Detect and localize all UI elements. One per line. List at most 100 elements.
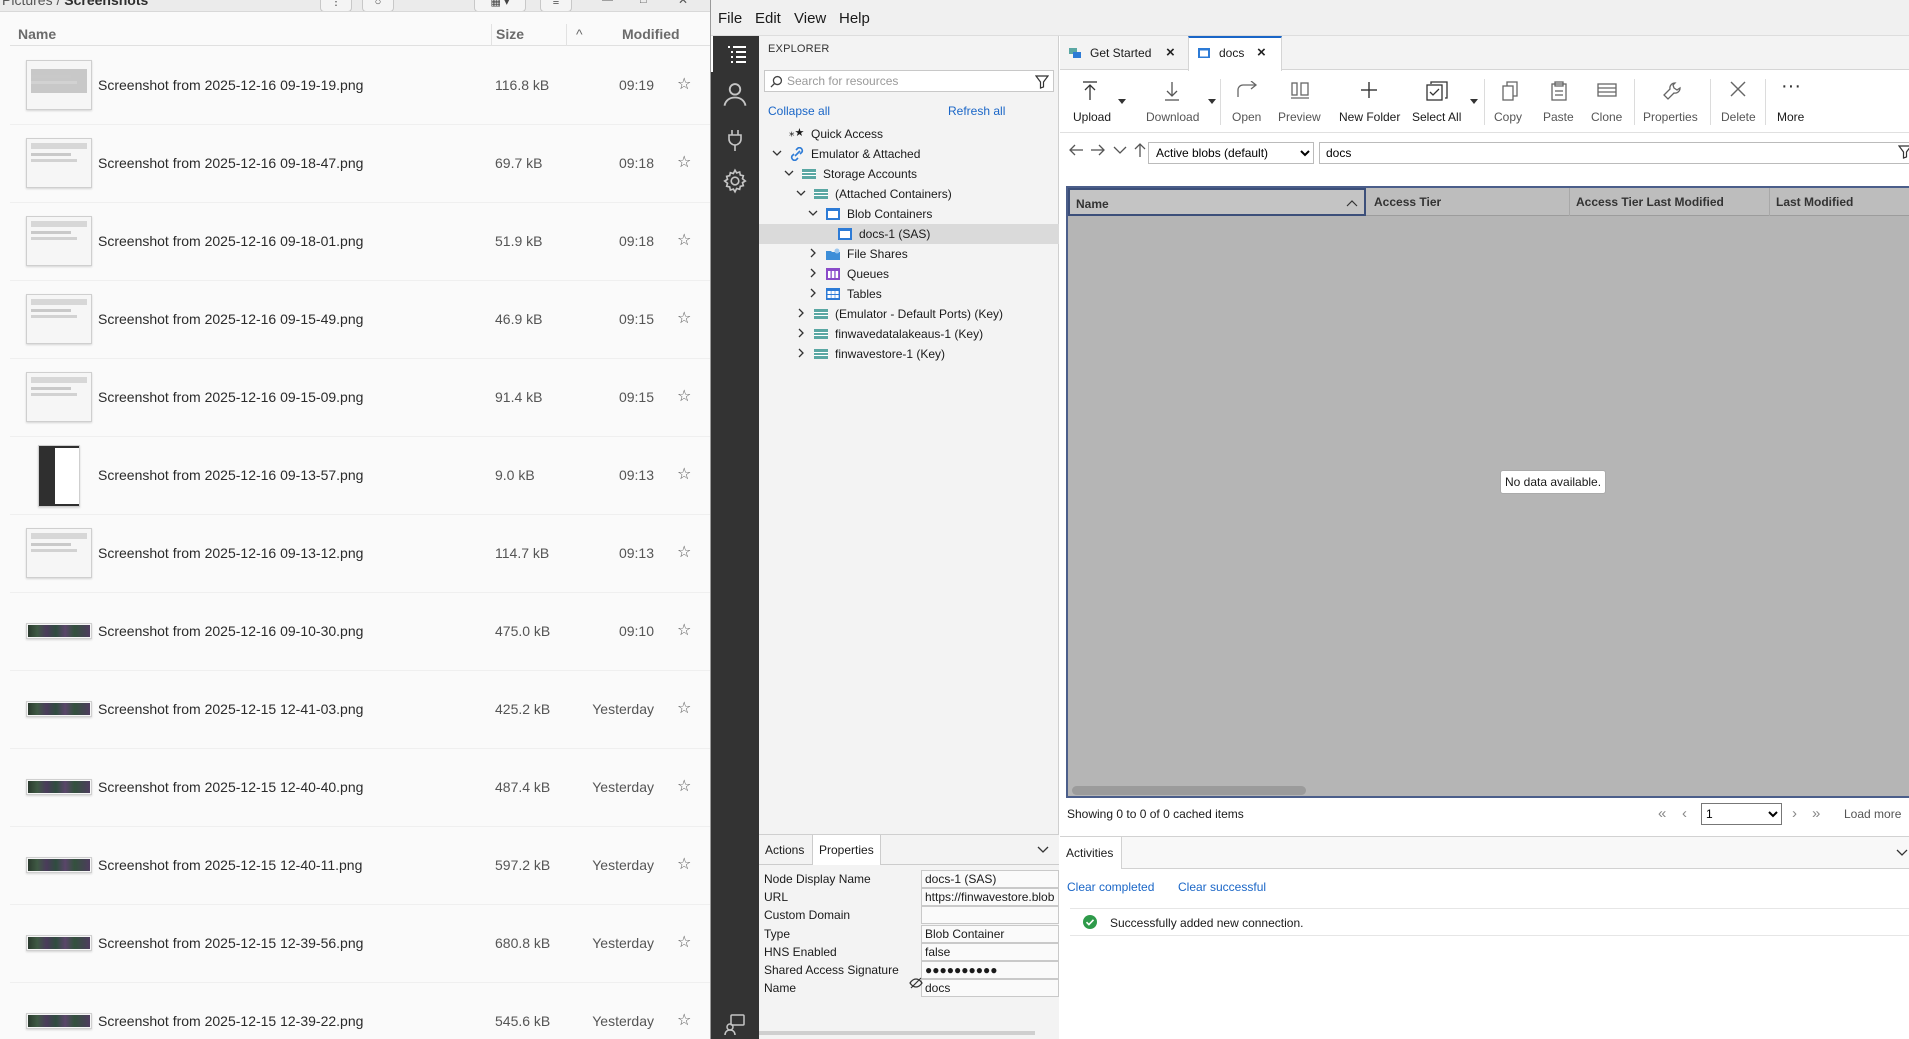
- property-value[interactable]: [921, 906, 1059, 925]
- up-arrow-icon[interactable]: [1132, 142, 1148, 158]
- star-icon[interactable]: ☆: [677, 932, 691, 952]
- tree-item-queues[interactable]: Queues: [759, 264, 1059, 284]
- chevron-down-icon[interactable]: [1896, 848, 1908, 858]
- dropdown-caret-icon[interactable]: [1118, 99, 1126, 105]
- column-size[interactable]: Size: [496, 26, 524, 42]
- file-list-item[interactable]: Screenshot from 2025-12-15 12-39-56.png 6…: [10, 905, 710, 983]
- activity-item[interactable]: Successfully added new connection.: [1070, 908, 1909, 936]
- column-name[interactable]: Name: [18, 26, 56, 42]
- column-modified[interactable]: Modified: [622, 26, 680, 42]
- file-list-item[interactable]: Screenshot from 2025-12-16 09-19-19.png 1…: [10, 47, 710, 125]
- property-value[interactable]: Blob Container: [921, 924, 1059, 943]
- filter-icon[interactable]: [1898, 145, 1909, 159]
- settings-gear-icon[interactable]: [722, 168, 748, 194]
- dropdown-caret-icon[interactable]: [1470, 99, 1478, 105]
- file-list-item[interactable]: Screenshot from 2025-12-15 12-40-11.png 5…: [10, 827, 710, 905]
- tree-item-docs-1[interactable]: docs-1 (SAS): [759, 224, 1059, 244]
- close-tab-icon[interactable]: ×: [1257, 44, 1266, 61]
- star-icon[interactable]: ☆: [677, 776, 691, 796]
- chevron-right-icon[interactable]: [795, 327, 807, 339]
- account-icon[interactable]: [721, 80, 749, 108]
- clone-button[interactable]: Clone: [1586, 71, 1628, 133]
- property-value[interactable]: docs-1 (SAS): [921, 870, 1059, 888]
- file-list-item[interactable]: Screenshot from 2025-12-16 09-15-49.png 4…: [10, 281, 710, 359]
- file-list-item[interactable]: Screenshot from 2025-12-16 09-10-30.png 4…: [10, 593, 710, 671]
- prev-page-icon[interactable]: ‹: [1682, 805, 1687, 822]
- upload-button[interactable]: Upload: [1066, 71, 1114, 133]
- feedback-icon[interactable]: [723, 1012, 747, 1036]
- last-page-icon[interactable]: »: [1812, 805, 1820, 822]
- clear-successful-link[interactable]: Clear successful: [1178, 880, 1266, 894]
- star-icon[interactable]: ☆: [677, 1010, 691, 1030]
- chevron-down-icon[interactable]: [1112, 142, 1128, 158]
- tree-item-finwavestore[interactable]: finwavestore-1 (Key): [759, 344, 1059, 364]
- select-all-button[interactable]: Select All: [1408, 71, 1466, 133]
- tree-item-tables[interactable]: Tables: [759, 284, 1059, 304]
- properties-button[interactable]: Properties: [1640, 71, 1704, 133]
- path-parent[interactable]: Pictures: [2, 0, 53, 8]
- chevron-right-icon[interactable]: [807, 287, 819, 299]
- file-list-item[interactable]: Screenshot from 2025-12-16 09-13-57.png 9…: [10, 437, 710, 515]
- star-icon[interactable]: ☆: [677, 542, 691, 562]
- refresh-all-link[interactable]: Refresh all: [948, 104, 1005, 118]
- star-icon[interactable]: ☆: [677, 230, 691, 250]
- delete-button[interactable]: Delete: [1716, 71, 1760, 133]
- column-header-name[interactable]: Name: [1068, 188, 1366, 216]
- star-icon[interactable]: ☆: [677, 308, 691, 328]
- view-options-button[interactable]: ≡: [540, 0, 572, 11]
- column-header-access-tier[interactable]: Access Tier: [1368, 188, 1570, 216]
- forward-arrow-icon[interactable]: [1090, 142, 1106, 158]
- chevron-right-icon[interactable]: [807, 267, 819, 279]
- tree-item-emulator-default[interactable]: (Emulator - Default Ports) (Key): [759, 304, 1059, 324]
- path-breadcrumb[interactable]: Pictures / Screenshots: [2, 0, 148, 8]
- path-current[interactable]: Screenshots: [64, 0, 148, 8]
- back-arrow-icon[interactable]: [1068, 142, 1084, 158]
- menu-edit[interactable]: Edit: [755, 10, 781, 27]
- clear-completed-link[interactable]: Clear completed: [1067, 880, 1154, 894]
- file-list-item[interactable]: Screenshot from 2025-12-16 09-15-09.png 9…: [10, 359, 710, 437]
- maximize-icon[interactable]: □: [640, 0, 647, 6]
- download-button[interactable]: Download: [1140, 71, 1204, 133]
- paste-button[interactable]: Paste: [1538, 71, 1580, 133]
- preview-button[interactable]: Preview: [1272, 71, 1328, 133]
- view-toggle-button[interactable]: ▦ ▾: [474, 0, 526, 11]
- tree-item-blob-containers[interactable]: Blob Containers: [759, 204, 1059, 224]
- star-icon[interactable]: ☆: [677, 620, 691, 640]
- file-list-item[interactable]: Screenshot from 2025-12-15 12-41-03.png 4…: [10, 671, 710, 749]
- chevron-right-icon[interactable]: [795, 347, 807, 359]
- tree-item-attached-containers[interactable]: (Attached Containers): [759, 184, 1059, 204]
- page-select[interactable]: 1: [1701, 803, 1782, 825]
- next-page-icon[interactable]: ›: [1792, 805, 1797, 822]
- chevron-right-icon[interactable]: [807, 247, 819, 259]
- activity-explorer[interactable]: [711, 36, 759, 72]
- chevron-down-icon[interactable]: [807, 207, 819, 219]
- star-icon[interactable]: ☆: [677, 386, 691, 406]
- menu-button[interactable]: ⋮: [320, 0, 352, 11]
- search-input[interactable]: [787, 73, 1027, 89]
- column-header-last-modified[interactable]: Last Modified: [1770, 188, 1909, 216]
- search-button[interactable]: ○: [362, 0, 394, 11]
- horizontal-scrollbar-thumb[interactable]: [1072, 786, 1306, 795]
- more-button[interactable]: ··· More: [1772, 71, 1812, 133]
- column-header-access-tier-last-modified[interactable]: Access Tier Last Modified: [1570, 188, 1770, 216]
- menu-view[interactable]: View: [794, 10, 826, 27]
- menu-help[interactable]: Help: [839, 10, 870, 27]
- tree-item-file-shares[interactable]: File Shares: [759, 244, 1059, 264]
- star-icon[interactable]: ☆: [677, 152, 691, 172]
- chevron-down-icon[interactable]: [771, 147, 783, 159]
- chevron-right-icon[interactable]: [795, 307, 807, 319]
- file-list-item[interactable]: Screenshot from 2025-12-15 12-39-22.png 5…: [10, 983, 710, 1039]
- load-more-button[interactable]: Load more: [1844, 807, 1901, 821]
- star-icon[interactable]: ☆: [677, 464, 691, 484]
- connect-plug-icon[interactable]: [723, 128, 747, 152]
- property-value[interactable]: false: [921, 942, 1059, 961]
- new-folder-button[interactable]: New Folder: [1336, 71, 1402, 133]
- star-icon[interactable]: ☆: [677, 698, 691, 718]
- chevron-down-icon[interactable]: [795, 187, 807, 199]
- tab-actions[interactable]: Actions: [759, 835, 810, 865]
- dropdown-caret-icon[interactable]: [1208, 99, 1216, 105]
- search-resources-box[interactable]: [764, 70, 1054, 92]
- minimize-icon[interactable]: —: [602, 0, 613, 6]
- menu-file[interactable]: File: [718, 10, 742, 27]
- file-list-item[interactable]: Screenshot from 2025-12-16 09-18-47.png 6…: [10, 125, 710, 203]
